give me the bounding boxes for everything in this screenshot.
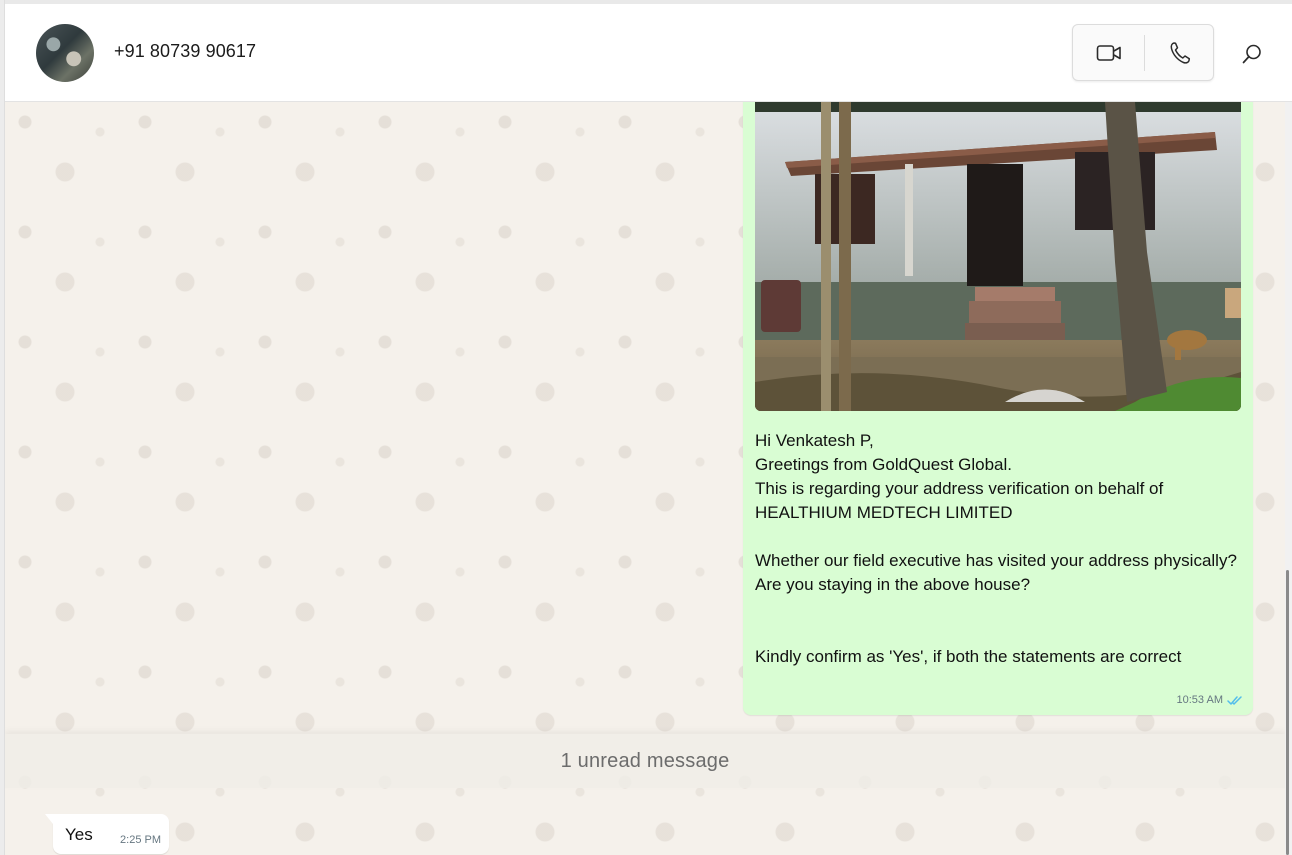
- chat-header: +91 80739 90617: [5, 4, 1292, 102]
- unread-label: 1 unread message: [560, 749, 730, 772]
- house-photo-image: [755, 102, 1241, 411]
- phone-icon: [1170, 41, 1190, 64]
- double-check-read-icon: [1227, 695, 1242, 705]
- message-photo[interactable]: [755, 102, 1241, 411]
- message-meta: 10:53 AM: [1177, 694, 1243, 706]
- incoming-message[interactable]: Yes 2:25 PM: [45, 814, 169, 854]
- message-text: Hi Venkatesh P, Greetings from GoldQuest…: [755, 431, 1237, 666]
- message-time: 10:53 AM: [1176, 694, 1223, 706]
- avatar[interactable]: [36, 24, 94, 82]
- search-icon: [1242, 44, 1261, 64]
- unread-divider: 1 unread message: [5, 734, 1285, 788]
- call-button-group: [1072, 24, 1214, 81]
- video-call-button[interactable]: [1073, 25, 1144, 80]
- contact-name[interactable]: +91 80739 90617: [114, 41, 256, 62]
- incoming-message-text: Yes: [65, 825, 93, 844]
- chat-scrollbar[interactable]: [1285, 102, 1292, 855]
- incoming-message-time: 2:25 PM: [120, 834, 161, 846]
- video-camera-icon: [1096, 44, 1121, 61]
- chat-area: Hi Venkatesh P, Greetings from GoldQuest…: [5, 102, 1285, 855]
- bubble-tail: [45, 814, 53, 824]
- scrollbar-thumb[interactable]: [1286, 570, 1289, 855]
- search-button[interactable]: [1237, 39, 1267, 69]
- voice-call-button[interactable]: [1145, 25, 1214, 80]
- outgoing-message[interactable]: Hi Venkatesh P, Greetings from GoldQuest…: [743, 102, 1253, 715]
